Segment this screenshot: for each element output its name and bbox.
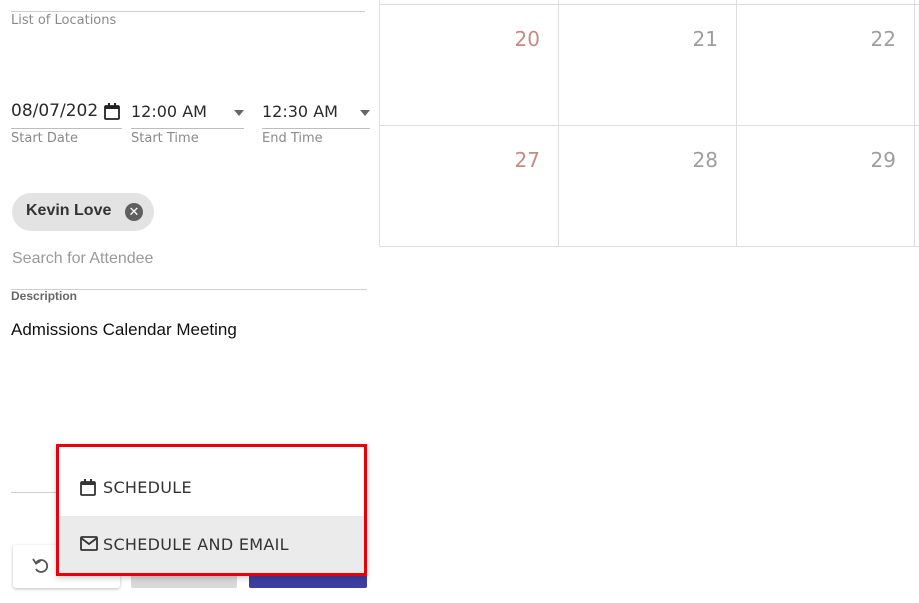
attendee-chip[interactable]: Kevin Love ✕ (12, 193, 154, 231)
start-date-helper: Start Date (11, 131, 78, 146)
remove-attendee-icon[interactable]: ✕ (125, 203, 143, 221)
end-time-value[interactable]: 12:30 AM (262, 102, 338, 121)
calendar-day-cell[interactable]: 20 (380, 5, 558, 125)
calendar-day-cell[interactable]: 29 (737, 126, 914, 246)
envelope-icon (80, 536, 98, 551)
schedule-options-menu: SCHEDULE SCHEDULE AND EMAIL (56, 444, 367, 576)
chevron-down-icon[interactable] (360, 110, 370, 116)
menu-item-label: SCHEDULE AND EMAIL (103, 535, 289, 554)
calendar-picker-icon[interactable] (104, 103, 120, 120)
menu-item-schedule[interactable]: SCHEDULE (59, 459, 364, 516)
menu-item-label: SCHEDULE (103, 478, 192, 497)
attendee-search-input[interactable]: Search for Attendee (12, 250, 153, 268)
calendar-day-cell[interactable]: 27 (380, 126, 558, 246)
location-helper-text: List of Locations (11, 13, 117, 28)
description-underline (11, 492, 61, 493)
calendar-day-cell[interactable]: 22 (737, 5, 914, 125)
start-date-underline (11, 128, 122, 129)
start-date-value[interactable]: 08/07/2023 (11, 101, 99, 121)
start-time-underline (131, 128, 244, 129)
day-number: 20 (514, 27, 540, 51)
end-time-helper: End Time (262, 131, 323, 146)
calendar-icon (80, 479, 96, 496)
calendar-col-divider (914, 0, 915, 247)
menu-item-schedule-and-email[interactable]: SCHEDULE AND EMAIL (59, 516, 364, 573)
day-number: 29 (870, 148, 896, 172)
start-time-helper: Start Time (131, 131, 199, 146)
start-time-value[interactable]: 12:00 AM (131, 102, 207, 121)
chevron-down-icon[interactable] (234, 110, 244, 116)
calendar-row-divider (380, 246, 919, 247)
end-time-underline (262, 128, 370, 129)
description-label: Description (11, 289, 78, 303)
day-number: 28 (692, 148, 718, 172)
description-textarea[interactable]: Admissions Calendar Meeting (11, 320, 237, 340)
day-number: 21 (692, 27, 718, 51)
day-number: 27 (514, 148, 540, 172)
attendee-chip-label: Kevin Love (26, 202, 112, 219)
calendar-day-cell[interactable]: 21 (559, 5, 736, 125)
undo-icon (32, 558, 49, 573)
calendar-day-cell[interactable]: 28 (559, 126, 736, 246)
day-number: 22 (870, 27, 896, 51)
location-field-underline[interactable] (11, 11, 365, 12)
